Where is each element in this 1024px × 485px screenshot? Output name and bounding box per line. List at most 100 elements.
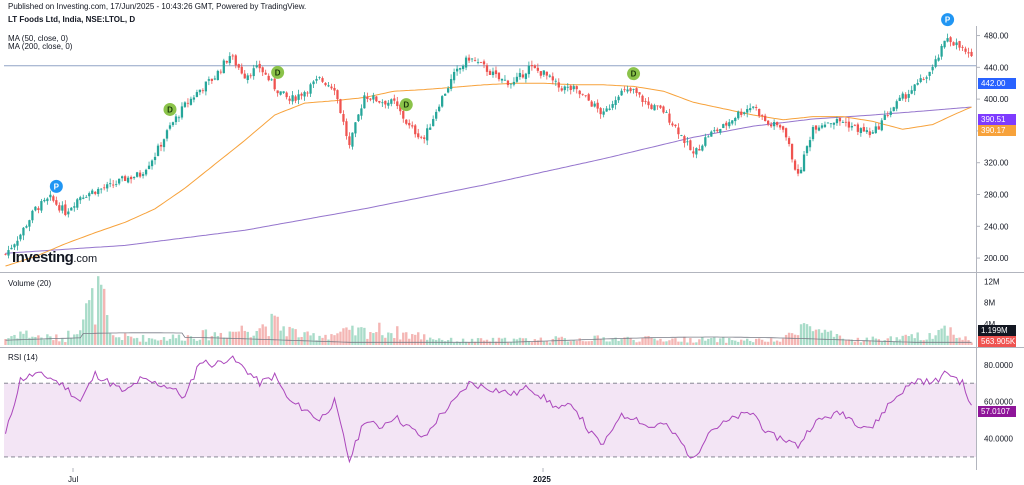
logo-suffix: .com: [73, 253, 98, 265]
candle-body: [103, 187, 106, 189]
volume-bar: [641, 338, 644, 345]
candle-body: [330, 86, 333, 89]
candle-body: [473, 60, 477, 61]
candle-body: [515, 76, 519, 82]
candle-body: [243, 73, 246, 79]
candle-body: [372, 95, 375, 100]
volume-bar: [889, 336, 892, 345]
volume-bar: [348, 329, 351, 345]
volume-bar: [781, 338, 785, 345]
candle-body: [426, 128, 429, 141]
candle-body: [883, 114, 886, 120]
candle-body: [342, 114, 345, 122]
candle-body: [444, 93, 447, 96]
candle-body: [865, 130, 868, 133]
rsi-tick-label: 40.0000: [984, 435, 1013, 444]
candle-body: [112, 184, 115, 186]
x-axis-label-2025: 2025: [533, 475, 551, 484]
candle-body: [814, 125, 818, 130]
volume-bar: [799, 324, 803, 345]
volume-bar: [838, 335, 842, 345]
candle-body: [847, 121, 851, 128]
candle-body: [886, 115, 889, 116]
volume-bar: [28, 337, 31, 345]
candle-body: [198, 89, 202, 93]
volume-bar: [904, 334, 907, 345]
volume-bar: [82, 319, 85, 345]
volume-bar: [901, 335, 904, 345]
candle-body: [524, 73, 528, 79]
candle-body: [581, 93, 584, 95]
ma50-line: [5, 82, 972, 267]
candle-body: [458, 68, 462, 70]
candle-body: [799, 169, 803, 174]
volume-bar: [832, 336, 836, 345]
candle-body: [138, 172, 142, 177]
volume-bar: [763, 341, 767, 345]
volume-bar: [701, 337, 704, 345]
candle-body: [662, 106, 665, 113]
candle-body: [955, 42, 958, 46]
candle-body: [417, 133, 420, 138]
candle-body: [734, 118, 737, 122]
candle-body: [772, 122, 776, 127]
volume-bar: [372, 333, 375, 345]
volume-bar: [252, 335, 255, 345]
candle-body: [632, 88, 635, 90]
candle-body: [970, 51, 973, 57]
candle-body: [683, 136, 686, 144]
candle-body: [22, 227, 25, 236]
volume-bar: [37, 335, 40, 345]
candle-body: [838, 117, 842, 122]
ma200-line: [5, 106, 972, 254]
candle-body: [518, 72, 522, 78]
volume-bar: [375, 332, 378, 345]
candle-body: [832, 122, 836, 125]
candle-body: [820, 125, 824, 128]
volume-bar: [659, 338, 662, 345]
volume-bar: [288, 326, 291, 345]
volume-bar: [52, 340, 55, 345]
volume-bar: [877, 339, 880, 345]
volume-bar: [336, 333, 339, 345]
candle-body: [569, 85, 572, 91]
candle-body: [698, 149, 701, 151]
rsi-panel-title: RSI (14): [8, 353, 38, 362]
candle-body: [144, 169, 148, 175]
candle-body: [327, 85, 330, 87]
candle-body: [542, 70, 545, 75]
volume-bar: [874, 338, 878, 345]
volume-bar: [793, 334, 797, 345]
candle-body: [423, 137, 426, 139]
candle-body: [336, 90, 339, 100]
volume-bar: [754, 338, 758, 345]
price-tick-label: 480.00: [984, 32, 1009, 41]
candle-body: [67, 211, 70, 215]
volume-bar: [180, 340, 184, 345]
volume-bar: [294, 329, 297, 345]
volume-bar: [784, 334, 788, 345]
price-tick-label: 320.00: [984, 159, 1009, 168]
candle-body: [916, 82, 919, 85]
candle-body: [925, 77, 928, 79]
candle-body: [575, 86, 578, 90]
candle-body: [85, 196, 88, 198]
candle-body: [494, 70, 498, 75]
candle-body: [76, 199, 79, 208]
volume-bar: [330, 334, 333, 345]
volume-bar: [150, 338, 154, 345]
volume-bar: [482, 340, 486, 345]
volume-bar: [823, 329, 827, 345]
volume-bar: [731, 340, 734, 345]
candle-body: [521, 74, 525, 78]
volume-bar: [895, 337, 898, 345]
candle-body: [366, 96, 369, 99]
candle-body: [647, 101, 650, 106]
symbol-title: LT Foods Ltd, India, NSE:LTOL, D: [8, 15, 136, 24]
candle-body: [249, 75, 252, 77]
volume-bar: [766, 341, 770, 345]
candle-body: [668, 113, 671, 123]
candle-body: [707, 136, 710, 138]
volume-bar: [503, 337, 507, 345]
ma200-legend: MA (200, close, 0): [8, 42, 73, 51]
